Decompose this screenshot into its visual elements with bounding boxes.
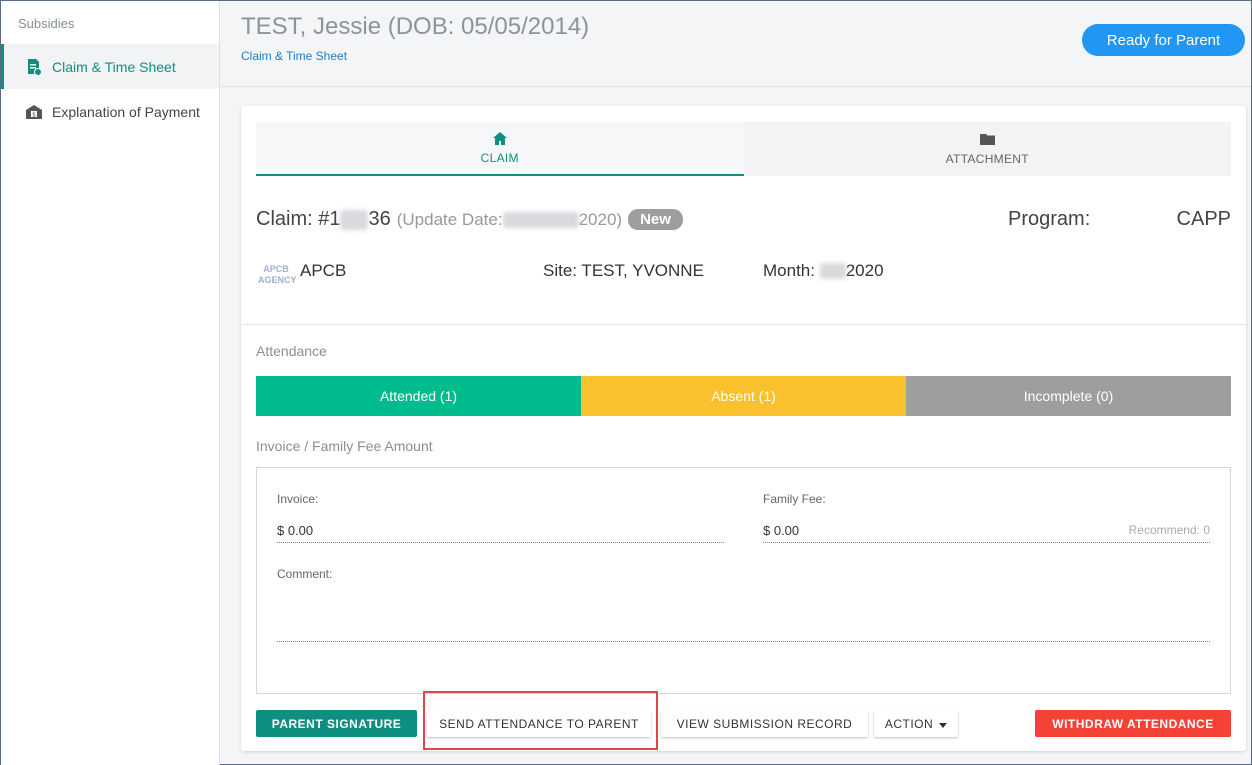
agency-logo-text: APCB AGENCY	[258, 264, 297, 285]
sidebar-item-claim-time-sheet[interactable]: Claim & Time Sheet	[1, 44, 219, 89]
update-date-suffix: 2020)	[578, 209, 623, 229]
divider	[241, 324, 1246, 325]
tab-label: ATTACHMENT	[945, 152, 1029, 166]
site: Site: TEST, YVONNE	[543, 261, 704, 280]
sidebar-item-explanation-of-payment[interactable]: $ Explanation of Payment	[1, 89, 219, 134]
sidebar: Subsidies Claim & Time Sheet $ Explanati…	[1, 1, 220, 765]
family-fee-label: Family Fee:	[763, 492, 826, 506]
building-dollar-icon: $	[25, 103, 43, 121]
agency-logo: APCB AGENCY	[256, 258, 297, 292]
page-header: TEST, Jessie (DOB: 05/05/2014) Claim & T…	[221, 1, 1251, 87]
absent-segment[interactable]: Absent (1)	[581, 376, 906, 416]
svg-text:$: $	[32, 111, 36, 118]
document-dollar-icon	[25, 58, 43, 76]
fee-form: Invoice: $ 0.00 Family Fee: $ 0.00 Recom…	[256, 467, 1231, 694]
withdraw-attendance-button[interactable]: WITHDRAW ATTENDANCE	[1035, 710, 1231, 737]
tab-bar: CLAIM ATTACHMENT	[256, 122, 1231, 176]
claim-number-suffix: 36	[368, 208, 391, 230]
claim-number: Claim: #1 36 (Update Date: 2020) New	[256, 208, 683, 231]
comment-label: Comment:	[277, 567, 333, 581]
fees-title: Invoice / Family Fee Amount	[256, 438, 433, 454]
month-prefix: Month:	[763, 261, 820, 280]
page-title: TEST, Jessie (DOB: 05/05/2014)	[241, 13, 590, 40]
program-label: Program:	[1008, 208, 1091, 230]
claim-number-prefix: Claim: #1	[256, 208, 341, 230]
breadcrumb[interactable]: Claim & Time Sheet	[241, 49, 347, 63]
action-dropdown-button[interactable]: ACTION	[874, 710, 958, 737]
month-suffix: 2020	[845, 261, 884, 280]
recommend-text: Recommend: 0	[1128, 523, 1210, 537]
attendance-title: Attendance	[256, 343, 327, 359]
program-value: CAPP	[1176, 208, 1231, 230]
invoice-field[interactable]: $ 0.00	[277, 523, 724, 543]
attendance-bar: Attended (1) Absent (1) Incomplete (0)	[256, 376, 1231, 416]
agency-name: APCB	[300, 261, 347, 280]
home-icon	[492, 131, 507, 145]
action-label: ACTION	[884, 716, 934, 731]
tab-attachment[interactable]: ATTACHMENT	[744, 122, 1232, 176]
comment-field[interactable]	[277, 641, 1210, 642]
ready-for-parent-button[interactable]: Ready for Parent	[1082, 24, 1245, 56]
tab-label: CLAIM	[480, 151, 519, 165]
status-badge: New	[628, 209, 683, 230]
tab-claim[interactable]: CLAIM	[256, 122, 744, 176]
highlight-box	[423, 691, 658, 750]
incomplete-segment[interactable]: Incomplete (0)	[906, 376, 1231, 416]
folder-icon	[979, 132, 995, 146]
redacted-text	[502, 211, 579, 228]
sidebar-item-label: Claim & Time Sheet	[52, 58, 176, 75]
update-date: (Update Date: 2020)	[397, 210, 622, 230]
redacted-text	[340, 209, 369, 230]
redacted-text	[819, 263, 846, 279]
update-date-prefix: (Update Date:	[396, 209, 503, 229]
caret-down-icon	[939, 717, 948, 731]
claim-card: CLAIM ATTACHMENT Claim: #1 36 (Update Da…	[241, 106, 1246, 751]
sidebar-item-label: Explanation of Payment	[52, 103, 200, 120]
invoice-label: Invoice:	[277, 492, 319, 506]
view-submission-button[interactable]: VIEW SUBMISSION RECORD	[661, 710, 868, 737]
attended-segment[interactable]: Attended (1)	[256, 376, 581, 416]
sidebar-heading: Subsidies	[18, 16, 75, 31]
parent-signature-button[interactable]: PARENT SIGNATURE	[256, 710, 417, 737]
month: Month: 2020	[763, 261, 884, 281]
